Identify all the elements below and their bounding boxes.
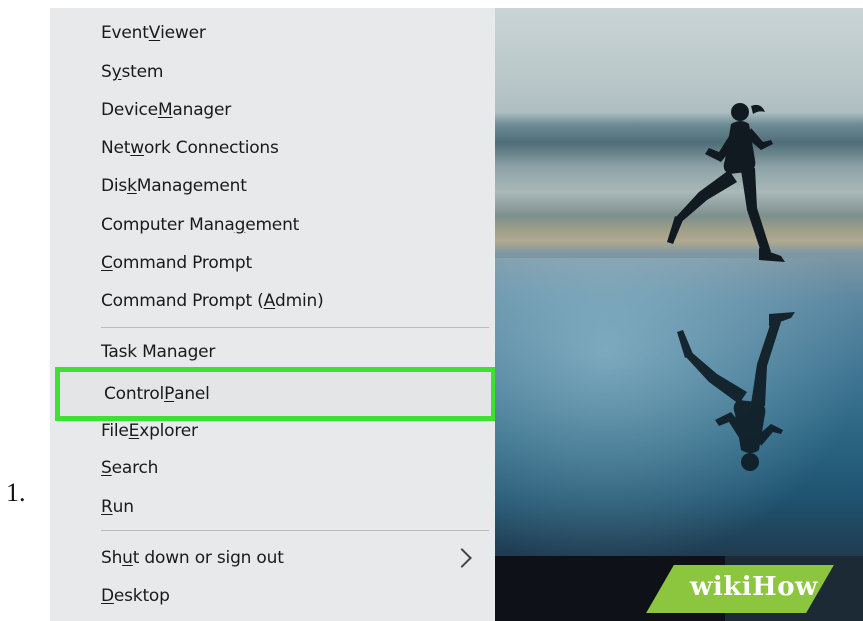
runner-silhouette — [667, 103, 785, 262]
menu-item-search[interactable]: Search — [50, 449, 494, 487]
runner-reflection — [677, 312, 795, 471]
wikihow-watermark: wikiHow — [690, 572, 818, 602]
menu-separator — [101, 530, 489, 531]
menu-item-command-prompt-admin[interactable]: Command Prompt (Admin) — [50, 282, 494, 320]
desktop-background-photo — [495, 8, 863, 621]
menu-item-desktop[interactable]: Desktop — [50, 577, 494, 615]
menu-item-file-explorer[interactable]: File Explorer — [50, 412, 494, 450]
screenshot-frame: Event Viewer Sy stem Device Manager Net w o… — [50, 8, 863, 621]
winx-context-menu: Event Viewer Sy stem Device Manager Net w o… — [50, 8, 496, 621]
menu-item-computer-management[interactable]: Computer Mana g ement — [50, 206, 494, 244]
menu-item-run[interactable]: Run — [50, 488, 494, 526]
menu-separator — [101, 327, 489, 328]
menu-item-disk-management[interactable]: Dis k Management — [50, 167, 494, 205]
menu-item-task-manager[interactable]: Task Manager — [50, 333, 494, 371]
menu-item-event-viewer[interactable]: Event Viewer — [50, 14, 494, 52]
menu-item-command-prompt[interactable]: Command Prompt — [50, 244, 494, 282]
step-number: 1. — [6, 478, 26, 507]
menu-item-shut-down-or-sign-out[interactable]: Sh u t down or sign out — [50, 539, 494, 577]
menu-item-system[interactable]: Sy stem — [50, 53, 494, 91]
menu-item-device-manager[interactable]: Device Manager — [50, 91, 494, 129]
menu-item-network-connections[interactable]: Net w ork Connections — [50, 129, 494, 167]
